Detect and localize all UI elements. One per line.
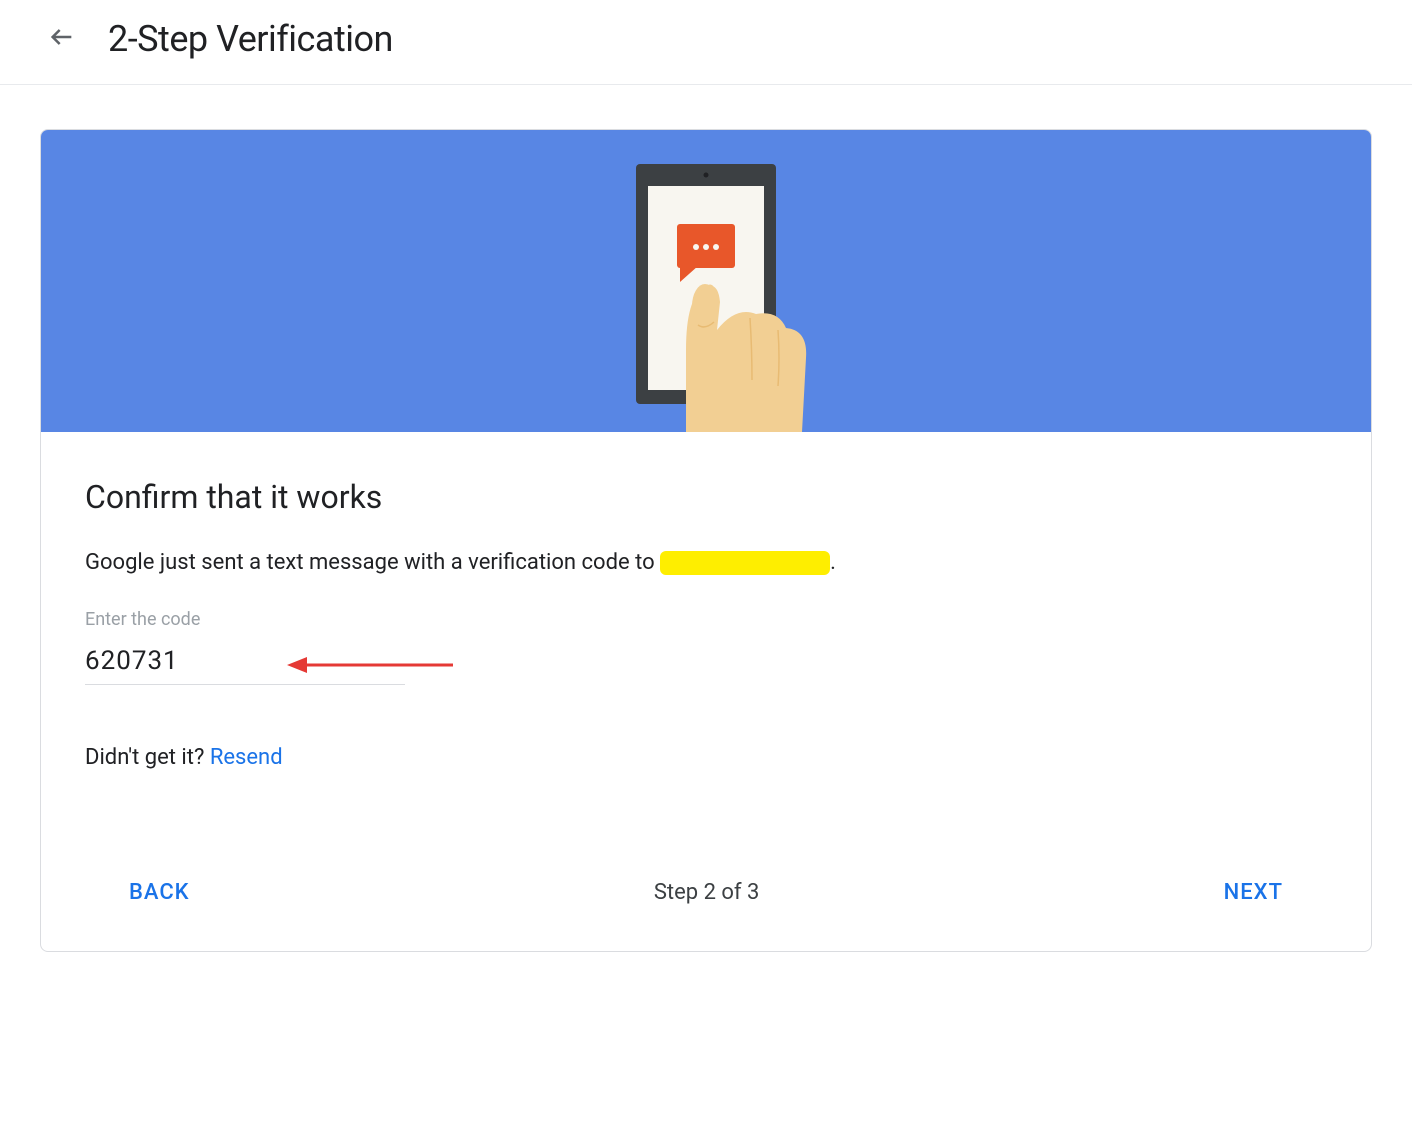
resend-prompt: Didn't get it? bbox=[85, 745, 210, 770]
card-title: Confirm that it works bbox=[85, 478, 1327, 516]
back-arrow-icon[interactable] bbox=[48, 23, 76, 55]
redacted-phone-number bbox=[660, 551, 830, 575]
card-content: Confirm that it works Google just sent a… bbox=[41, 432, 1371, 951]
code-input[interactable] bbox=[85, 640, 405, 685]
resend-row: Didn't get it? Resend bbox=[85, 745, 1327, 770]
verification-card: Confirm that it works Google just sent a… bbox=[40, 129, 1372, 952]
code-input-label: Enter the code bbox=[85, 609, 405, 630]
description-text: Google just sent a text message with a v… bbox=[85, 548, 1327, 579]
description-suffix: . bbox=[830, 550, 836, 575]
next-button[interactable]: NEXT bbox=[1220, 870, 1287, 915]
page-title: 2-Step Verification bbox=[108, 18, 393, 60]
hero-illustration bbox=[41, 130, 1371, 432]
code-input-wrap: Enter the code bbox=[85, 609, 405, 685]
resend-link[interactable]: Resend bbox=[210, 745, 283, 770]
page-header: 2-Step Verification bbox=[0, 0, 1412, 85]
card-footer: BACK Step 2 of 3 NEXT bbox=[85, 870, 1327, 915]
step-indicator: Step 2 of 3 bbox=[654, 880, 760, 905]
back-button[interactable]: BACK bbox=[125, 870, 194, 915]
description-prefix: Google just sent a text message with a v… bbox=[85, 550, 660, 575]
